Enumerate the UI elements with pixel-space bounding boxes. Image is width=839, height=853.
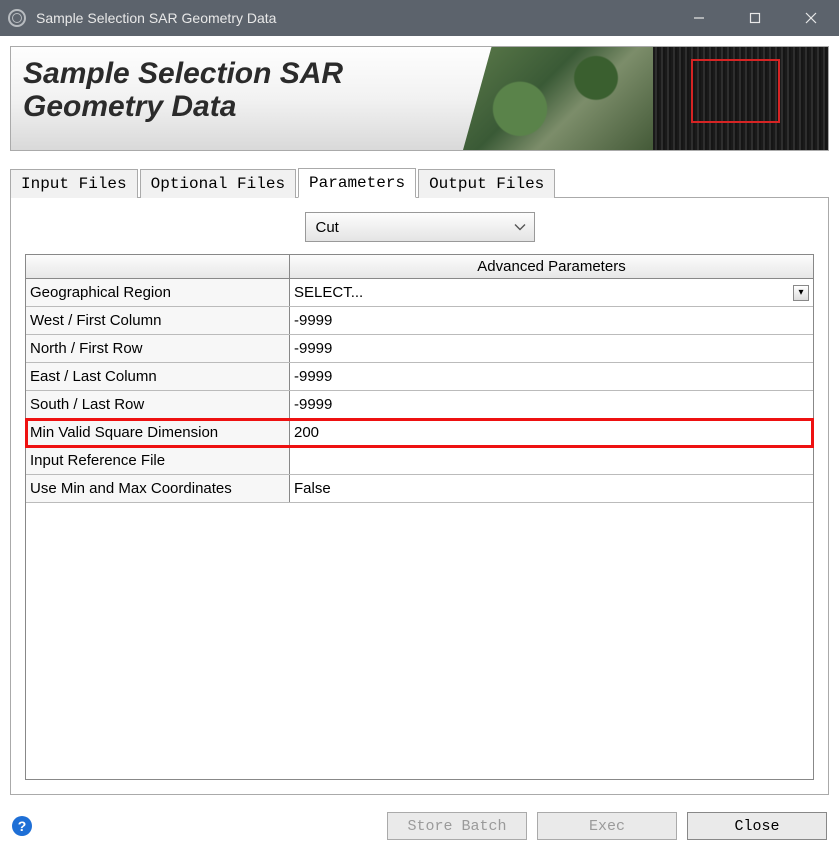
grid-header-right: Advanced Parameters <box>290 255 813 278</box>
tab-optional-files[interactable]: Optional Files <box>140 169 296 198</box>
param-row: Min Valid Square Dimension200 <box>26 419 813 447</box>
maximize-button[interactable] <box>727 0 783 36</box>
tab-input-files[interactable]: Input Files <box>10 169 138 198</box>
banner-aerial-image <box>463 47 653 150</box>
param-value[interactable]: -9999 <box>290 307 813 334</box>
mode-dropdown-row: Cut <box>25 212 814 242</box>
param-label: Input Reference File <box>26 447 290 474</box>
param-label: Min Valid Square Dimension <box>26 419 290 446</box>
param-value[interactable]: 200 <box>290 419 813 446</box>
param-label: East / Last Column <box>26 363 290 390</box>
param-value[interactable]: -9999 <box>290 391 813 418</box>
param-value[interactable]: SELECT... ▾ <box>290 279 813 306</box>
param-value-text: 200 <box>294 424 319 441</box>
tab-output-files[interactable]: Output Files <box>418 169 555 198</box>
param-label: North / First Row <box>26 335 290 362</box>
mode-select[interactable]: Cut <box>305 212 535 242</box>
chevron-down-icon <box>514 219 526 236</box>
help-icon[interactable]: ? <box>12 816 32 836</box>
param-value-text: -9999 <box>294 368 332 385</box>
param-label: West / First Column <box>26 307 290 334</box>
grid-header-left <box>26 255 290 278</box>
param-value-text: -9999 <box>294 396 332 413</box>
banner-sar-image <box>653 47 828 150</box>
mode-select-value: Cut <box>316 219 339 236</box>
grid-empty-area <box>26 503 813 779</box>
tab-parameters[interactable]: Parameters <box>298 168 416 198</box>
title-bar: Sample Selection SAR Geometry Data <box>0 0 839 36</box>
param-value-text: -9999 <box>294 340 332 357</box>
param-label: Geographical Region <box>26 279 290 306</box>
minimize-button[interactable] <box>671 0 727 36</box>
param-row: Input Reference File <box>26 447 813 475</box>
tabs-row: Input FilesOptional FilesParametersOutpu… <box>10 167 829 198</box>
grid-header: Advanced Parameters <box>26 255 813 279</box>
banner-title: Sample Selection SAR Geometry Data <box>23 57 343 123</box>
param-row: Use Min and Max CoordinatesFalse <box>26 475 813 503</box>
window-body: Sample Selection SAR Geometry Data Input… <box>0 36 839 853</box>
close-footer-button[interactable]: Close <box>687 812 827 840</box>
close-button[interactable] <box>783 0 839 36</box>
param-value[interactable]: False <box>290 475 813 502</box>
param-label: South / Last Row <box>26 391 290 418</box>
param-row: Geographical RegionSELECT... ▾ <box>26 279 813 307</box>
param-row: West / First Column-9999 <box>26 307 813 335</box>
window-title: Sample Selection SAR Geometry Data <box>36 10 276 26</box>
footer: ? Store Batch Exec Close <box>10 809 829 843</box>
param-row: North / First Row-9999 <box>26 335 813 363</box>
param-value[interactable]: -9999 <box>290 363 813 390</box>
app-icon <box>8 9 26 27</box>
banner-image <box>463 47 828 150</box>
param-row: East / Last Column-9999 <box>26 363 813 391</box>
param-value-text: False <box>294 480 331 497</box>
param-value[interactable] <box>290 447 813 474</box>
param-row: South / Last Row-9999 <box>26 391 813 419</box>
tab-panel-parameters: Cut Advanced Parameters Geographical Reg… <box>10 198 829 795</box>
param-label: Use Min and Max Coordinates <box>26 475 290 502</box>
store-batch-button[interactable]: Store Batch <box>387 812 527 840</box>
param-value-text: -9999 <box>294 312 332 329</box>
parameters-grid: Advanced Parameters Geographical RegionS… <box>25 254 814 780</box>
exec-button[interactable]: Exec <box>537 812 677 840</box>
param-value-text: SELECT... <box>294 284 363 301</box>
dropdown-arrow-icon[interactable]: ▾ <box>793 285 809 301</box>
param-value[interactable]: -9999 <box>290 335 813 362</box>
banner: Sample Selection SAR Geometry Data <box>10 46 829 151</box>
